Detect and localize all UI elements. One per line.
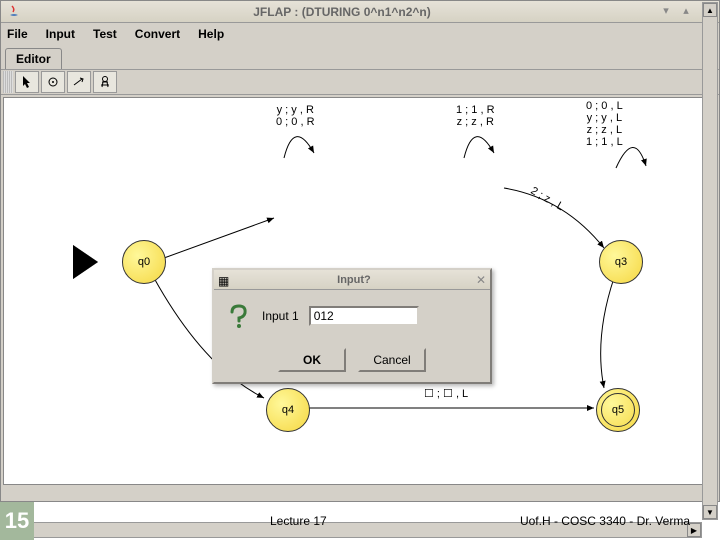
- ok-button[interactable]: OK: [278, 348, 346, 372]
- transition-tool-button[interactable]: [67, 71, 91, 93]
- automaton-canvas[interactable]: q0 q3 q4 q5 y ; y , R 0 ; 0 , R 1 ; 1 , …: [3, 97, 717, 485]
- transition-label-q4q5: ☐ ; ☐ , L: [424, 388, 468, 400]
- titlebar: JFLAP : (DTURING 0^n1^n2^n) ▾ ▴ ✕: [1, 1, 719, 23]
- dialog-grip-icon: ▦: [218, 274, 232, 286]
- transition-label-loop1: y ; y , R 0 ; 0 , R: [276, 104, 315, 128]
- delete-tool-button[interactable]: [93, 71, 117, 93]
- footer-course: Uof.H - COSC 3340 - Dr. Verma: [520, 514, 690, 528]
- cancel-button[interactable]: Cancel: [358, 348, 426, 372]
- window-title: JFLAP : (DTURING 0^n1^n2^n): [27, 5, 657, 19]
- menu-input[interactable]: Input: [46, 27, 75, 41]
- start-arrow-icon: [74, 246, 98, 278]
- transition-label-loop2: 1 ; 1 , R z ; z , R: [456, 104, 495, 128]
- toolbar-grip: [3, 71, 13, 93]
- dialog-close-icon[interactable]: ✕: [476, 273, 486, 287]
- scroll-up-icon[interactable]: ▲: [703, 3, 717, 17]
- app-window: JFLAP : (DTURING 0^n1^n2^n) ▾ ▴ ✕ File I…: [0, 0, 720, 502]
- menu-file[interactable]: File: [7, 27, 28, 41]
- pointer-tool-button[interactable]: [15, 71, 39, 93]
- menu-help[interactable]: Help: [198, 27, 224, 41]
- input-field[interactable]: [309, 306, 419, 326]
- menu-test[interactable]: Test: [93, 27, 117, 41]
- state-q3[interactable]: q3: [599, 240, 643, 284]
- minimize-icon[interactable]: ▾: [657, 4, 675, 20]
- slide-footer: 15 Lecture 17 Uof.H - COSC 3340 - Dr. Ve…: [0, 502, 720, 540]
- footer-lecture: Lecture 17: [270, 514, 327, 528]
- slide-number: 15: [0, 502, 34, 540]
- menubar: File Input Test Convert Help: [1, 23, 719, 45]
- input-label: Input 1: [262, 309, 299, 323]
- dialog-buttons: OK Cancel: [214, 342, 490, 382]
- state-q4[interactable]: q4: [266, 388, 310, 432]
- menu-convert[interactable]: Convert: [135, 27, 180, 41]
- java-icon: [5, 3, 23, 21]
- state-q0[interactable]: q0: [122, 240, 166, 284]
- tab-row: Editor: [1, 45, 719, 69]
- dialog-titlebar: ▦ Input? ✕: [214, 270, 490, 290]
- vertical-scrollbar[interactable]: ▲ ▼: [702, 2, 718, 520]
- transition-label-toq3: 2 ; z , L: [528, 185, 565, 214]
- maximize-icon[interactable]: ▴: [677, 4, 695, 20]
- tab-editor[interactable]: Editor: [5, 48, 62, 69]
- transition-label-q3: 0 ; 0 , L y ; y , L z ; z , L 1 ; 1 , L: [586, 100, 623, 148]
- dialog-body: Input 1: [214, 290, 490, 342]
- state-tool-button[interactable]: [41, 71, 65, 93]
- state-q5[interactable]: q5: [596, 388, 640, 432]
- input-dialog: ▦ Input? ✕ Input 1 OK Cancel: [212, 268, 492, 384]
- dialog-title: Input?: [232, 274, 476, 286]
- toolbar: [1, 69, 719, 95]
- question-icon: [224, 302, 252, 330]
